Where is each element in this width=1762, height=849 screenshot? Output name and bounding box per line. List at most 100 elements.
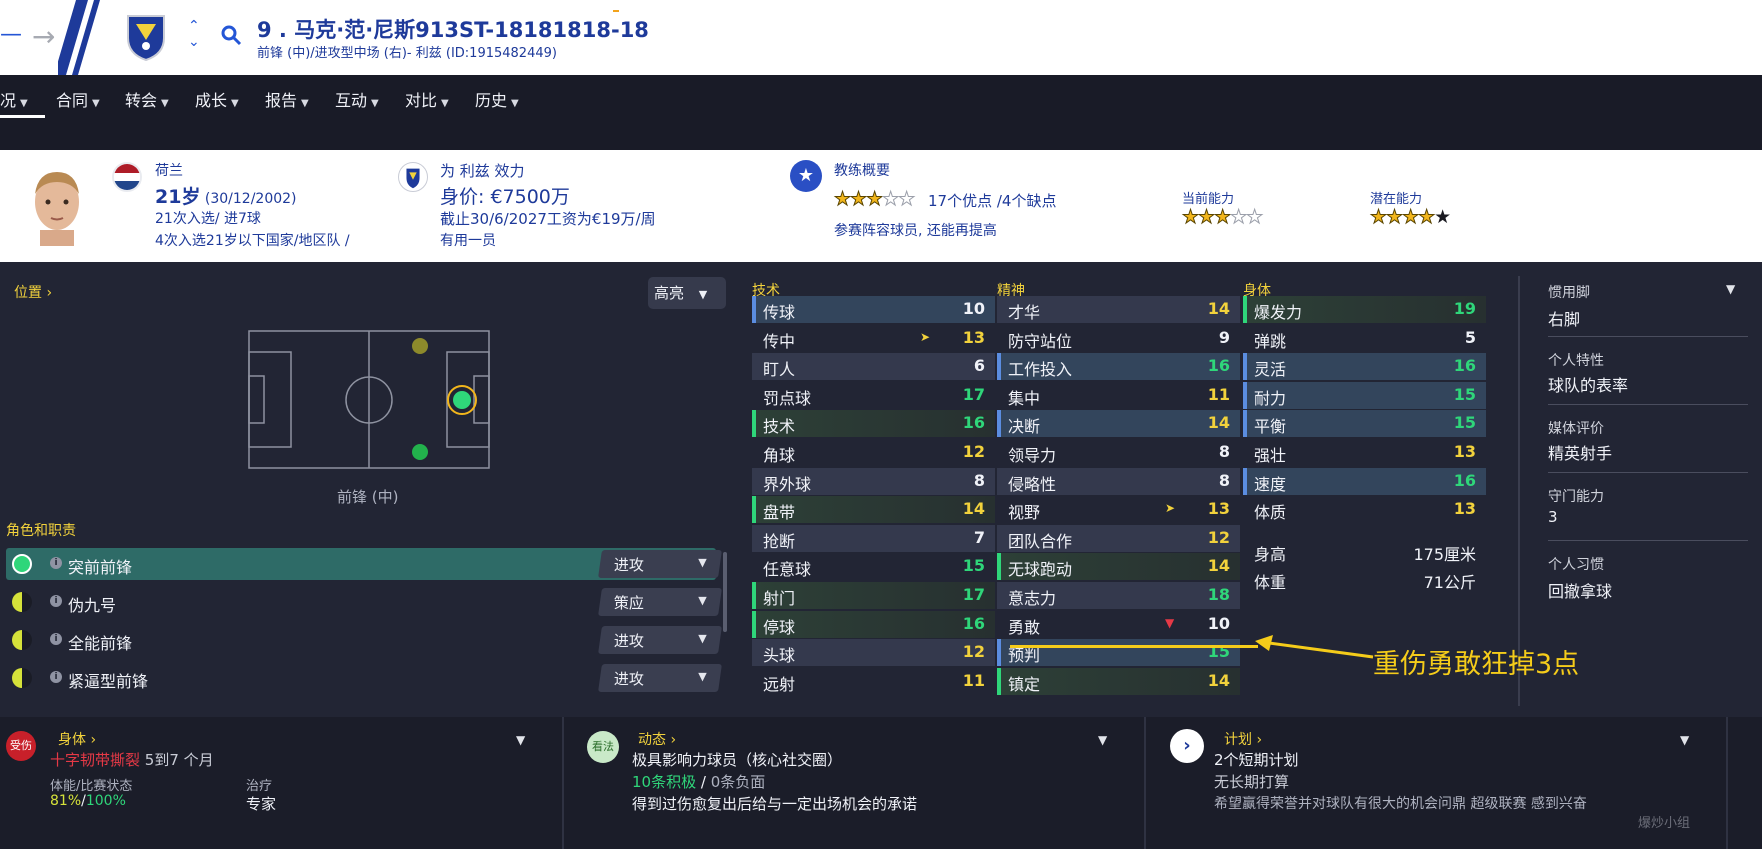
- habit-value[interactable]: 回撤拿球: [1548, 578, 1612, 602]
- attribute-row[interactable]: 角球 12: [752, 439, 995, 466]
- tab-reports[interactable]: 报告 ▼: [265, 87, 309, 117]
- attribute-row[interactable]: 爆发力 19: [1243, 296, 1486, 323]
- chevron-down-icon[interactable]: ▼: [1726, 282, 1735, 296]
- attribute-row[interactable]: 镇定 14: [997, 667, 1240, 695]
- attribute-value: 17: [962, 384, 985, 404]
- info-icon[interactable]: i: [50, 557, 62, 569]
- attribute-row[interactable]: 弹跳 5: [1243, 325, 1486, 352]
- improve-arrow-icon: ➤: [920, 329, 931, 344]
- info-icon[interactable]: i: [50, 633, 62, 645]
- club-line[interactable]: 为 利兹 效力: [440, 160, 525, 181]
- info-icon[interactable]: i: [50, 595, 62, 607]
- duty-dropdown[interactable]: 进攻 ▼: [598, 626, 722, 654]
- physical-title[interactable]: 身体 ›: [58, 729, 96, 749]
- attribute-row[interactable]: 集中 11: [997, 382, 1240, 409]
- attribute-value: 15: [1453, 384, 1476, 404]
- back-arrow-icon[interactable]: —: [0, 22, 22, 47]
- chevron-down-icon[interactable]: ▼: [516, 733, 525, 747]
- weight-value: 71公斤: [1423, 573, 1476, 592]
- tab-development[interactable]: 成长 ▼: [195, 87, 239, 117]
- squad-status: 有用一员: [440, 233, 496, 249]
- attribute-name: 盘带: [763, 503, 796, 523]
- tab-overview[interactable]: 况 ▼: [0, 87, 28, 117]
- nation-name[interactable]: 荷兰: [155, 160, 183, 180]
- value-line: 身价: €7500万: [440, 182, 570, 209]
- dynamics-title[interactable]: 动态 ›: [638, 729, 676, 749]
- role-row[interactable]: i 紧逼型前锋 进攻 ▼: [6, 662, 722, 694]
- tab-transfer[interactable]: 转会 ▼: [125, 87, 169, 117]
- attribute-row[interactable]: 团队合作 12: [997, 524, 1240, 552]
- coach-title[interactable]: 教练概要: [834, 160, 890, 180]
- duty-dropdown[interactable]: 进攻 ▼: [598, 664, 722, 692]
- club-badge-icon[interactable]: [398, 162, 428, 192]
- info-icon[interactable]: i: [50, 671, 62, 683]
- tab-interaction[interactable]: 互动 ▼: [335, 87, 379, 117]
- coach-summary[interactable]: 17个优点 /4个缺点: [928, 190, 1056, 211]
- attribute-value: 8: [1218, 442, 1230, 461]
- attribute-row[interactable]: 抢断 7: [752, 524, 995, 552]
- attribute-row[interactable]: 远射 11: [752, 668, 995, 695]
- attribute-row[interactable]: 传中 ➤ 13: [752, 325, 995, 352]
- prev-next-player-icon[interactable]: ⌃ ⌄: [188, 18, 200, 50]
- attribute-row[interactable]: 技术 16: [752, 410, 995, 438]
- attribute-row[interactable]: 防守站位 9: [997, 325, 1240, 352]
- coach-star-icon[interactable]: ★: [790, 160, 822, 192]
- attribute-value: 14: [962, 499, 985, 519]
- chevron-right-icon: ›: [1256, 732, 1263, 748]
- attribute-row[interactable]: 头球 12: [752, 639, 995, 667]
- attribute-row[interactable]: 盯人 6: [752, 353, 995, 381]
- attribute-row[interactable]: 传球 10: [752, 296, 995, 323]
- duty-dropdown[interactable]: 策应 ▼: [598, 588, 722, 616]
- attribute-row[interactable]: 工作投入 16: [997, 353, 1240, 381]
- tab-history[interactable]: 历史 ▼: [475, 87, 519, 117]
- attribute-row[interactable]: 才华 14: [997, 296, 1240, 323]
- attribute-row[interactable]: 平衡 15: [1243, 410, 1486, 438]
- roles-scrollbar[interactable]: [723, 552, 727, 632]
- role-row[interactable]: i 伪九号 策应 ▼: [6, 586, 722, 618]
- attribute-name: 防守站位: [1008, 331, 1073, 351]
- chevron-down-icon[interactable]: ▼: [1680, 733, 1689, 747]
- attribute-row[interactable]: 罚点球 17: [752, 382, 995, 409]
- attribute-row[interactable]: 射门 17: [752, 582, 995, 609]
- nation-flag-icon[interactable]: [112, 162, 142, 192]
- tab-compare[interactable]: 对比 ▼: [405, 87, 449, 117]
- tab-label: 对比: [405, 91, 438, 110]
- attribute-name: 速度: [1254, 474, 1287, 494]
- attribute-row[interactable]: 视野 ➤ 13: [997, 496, 1240, 523]
- height-value: 175厘米: [1413, 545, 1476, 564]
- attribute-row[interactable]: 停球 16: [752, 610, 995, 638]
- forward-arrow-icon[interactable]: →: [32, 20, 55, 53]
- attribute-row[interactable]: 灵活 16: [1243, 353, 1486, 381]
- attribute-row[interactable]: 界外球 8: [752, 467, 995, 495]
- search-icon[interactable]: [220, 24, 242, 46]
- highlight-dropdown[interactable]: 高亮 ▼: [648, 277, 726, 309]
- attribute-row[interactable]: 速度 16: [1243, 467, 1486, 495]
- plan-title[interactable]: 计划 ›: [1224, 729, 1262, 749]
- attribute-row[interactable]: 耐力 15: [1243, 381, 1486, 409]
- role-row[interactable]: i 全能前锋 进攻 ▼: [6, 624, 722, 656]
- attribute-row[interactable]: 意志力 18: [997, 582, 1240, 609]
- attribute-row[interactable]: 侵略性 8: [997, 467, 1240, 495]
- attribute-name: 灵活: [1254, 360, 1287, 380]
- attribute-row[interactable]: 领导力 8: [997, 439, 1240, 466]
- fitness-values: 81%/100%: [50, 793, 126, 809]
- attribute-row[interactable]: 任意球 15: [752, 553, 995, 580]
- club-crest-icon[interactable]: [124, 12, 168, 62]
- attribute-name: 决断: [1008, 417, 1041, 437]
- plan-arrow-icon[interactable]: ›: [1170, 729, 1204, 763]
- tab-contract[interactable]: 合同 ▼: [56, 87, 100, 117]
- attribute-name: 任意球: [763, 560, 812, 580]
- attribute-row[interactable]: 体质 13: [1243, 496, 1486, 523]
- highlight-marker: [752, 296, 756, 323]
- chevron-down-icon[interactable]: ▼: [1098, 733, 1107, 747]
- attribute-row[interactable]: 盘带 14: [752, 496, 995, 524]
- role-row[interactable]: i 突前前锋 进攻 ▼: [6, 548, 722, 580]
- position-label[interactable]: 位置 ›: [14, 282, 52, 302]
- attribute-row[interactable]: 决断 14: [997, 410, 1240, 438]
- attribute-name: 团队合作: [1008, 531, 1073, 551]
- attribute-row[interactable]: 强壮 13: [1243, 439, 1486, 466]
- trait-value[interactable]: 球队的表率: [1548, 372, 1628, 396]
- attribute-row[interactable]: 无球跑动 14: [997, 553, 1240, 581]
- attribute-row[interactable]: 勇敢 ▼ 10: [997, 611, 1240, 638]
- duty-dropdown[interactable]: 进攻 ▼: [598, 550, 722, 578]
